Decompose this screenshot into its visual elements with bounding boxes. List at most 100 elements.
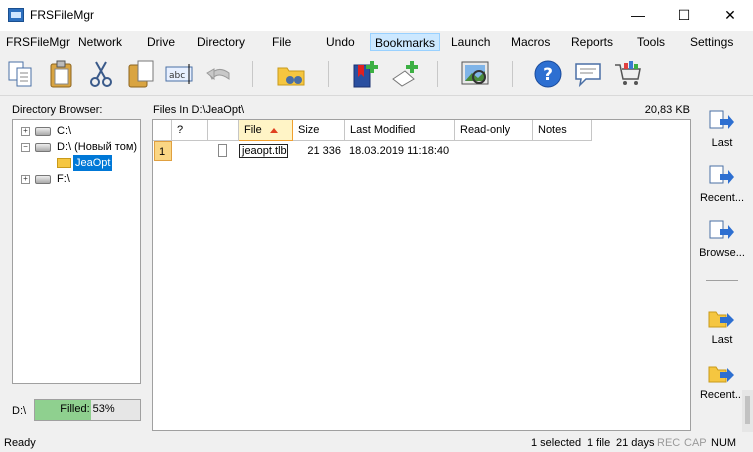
cut-icon[interactable] [86, 59, 116, 89]
column-header-flag[interactable]: ? [172, 120, 208, 141]
bookmark-item-icon[interactable] [390, 59, 420, 89]
menu-frsfilemgr[interactable]: FRSFileMgr [6, 33, 70, 51]
move-to-last-label: Last [711, 334, 733, 346]
file-name-cell[interactable]: jeaopt.tlb [239, 141, 293, 161]
shop-icon[interactable] [613, 59, 643, 89]
menu-directory[interactable]: Directory [197, 33, 245, 51]
status-selected-count: 1 selected [531, 437, 582, 449]
move-to-recent-button[interactable]: Recent... [696, 356, 748, 406]
status-rec: REC [657, 437, 681, 449]
copy-to-recent-icon [709, 165, 734, 184]
file-icon [218, 144, 227, 157]
menu-network[interactable]: Network [78, 33, 122, 51]
copy-to-last-button[interactable]: Last [696, 104, 748, 154]
copy-to-icon[interactable] [126, 59, 156, 89]
copy-to-browse-icon [709, 220, 734, 239]
copy-to-recent-label: Recent... [699, 192, 745, 204]
menu-bookmarks[interactable]: Bookmarks [370, 33, 441, 51]
column-header-notes[interactable]: Notes [533, 120, 592, 141]
toolbar-separator [328, 61, 329, 87]
directory-tree: + C:\ − D:\ (Новый том) JeaOpt + F:\ [12, 119, 141, 384]
expand-icon[interactable]: + [21, 175, 30, 184]
directory-browser-label: Directory Browser: [12, 104, 103, 116]
rename-icon[interactable]: abc [164, 59, 194, 89]
maximize-button[interactable]: ☐ [661, 0, 707, 31]
toolbar-separator [437, 61, 438, 87]
menu-launch[interactable]: Launch [451, 33, 490, 51]
svg-text:abc: abc [169, 71, 185, 81]
copy-to-browse-label: Browse... [699, 247, 745, 259]
status-file-count: 1 file [587, 437, 611, 449]
drive-icon [35, 143, 51, 152]
drive-label: D:\ [12, 405, 27, 417]
svg-text:?: ? [543, 65, 553, 85]
tree-node-label: C:\ [57, 125, 72, 137]
tree-node-jeaopt[interactable]: JeaOpt [13, 155, 139, 171]
drive-fill-bar: Filled: 53% [34, 399, 141, 421]
menu-tools[interactable]: Tools [637, 33, 665, 51]
add-bookmark-icon[interactable] [350, 59, 380, 89]
status-num: NUM [711, 437, 737, 449]
copy-to-recent-button[interactable]: Recent... [696, 159, 748, 209]
menu-undo[interactable]: Undo [326, 33, 355, 51]
move-to-recent-icon [708, 366, 734, 383]
window-title: FRSFileMgr [30, 8, 95, 22]
tree-node-label: JeaOpt [73, 155, 113, 171]
panel-scrollbar[interactable] [742, 390, 753, 432]
files-total-size: 20,83 KB [644, 104, 690, 116]
menu-bar: FRSFileMgr Network Drive Directory File … [0, 31, 753, 53]
paste-icon[interactable] [46, 59, 76, 89]
files-path-label: Files In D:\JeaOpt\ [153, 104, 245, 116]
drive-fill-text: Filled: 53% [60, 403, 115, 415]
copy-to-last-label: Last [711, 137, 733, 149]
collapse-icon[interactable]: − [21, 143, 30, 152]
folder-open-icon [57, 158, 71, 168]
menu-drive[interactable]: Drive [147, 33, 175, 51]
status-bar: Ready 1 selected 1 file 21 days REC CAP … [0, 434, 753, 452]
file-notes-cell [537, 141, 592, 161]
column-header-file[interactable]: File [239, 120, 293, 141]
column-header-last-modified[interactable]: Last Modified [345, 120, 455, 141]
minimize-button[interactable]: — [615, 0, 661, 31]
expand-icon[interactable]: + [21, 127, 30, 136]
toolbar: abc ? [0, 53, 753, 96]
column-header-icon[interactable] [208, 120, 239, 141]
column-header-read-only[interactable]: Read-only [455, 120, 533, 141]
row-number: 1 [154, 141, 172, 161]
column-header-file-label: File [244, 124, 262, 136]
help-icon[interactable]: ? [533, 59, 563, 89]
column-header-rownum[interactable] [153, 120, 172, 141]
status-days: 21 days [616, 437, 655, 449]
file-modified-cell: 18.03.2019 11:18:40 [349, 145, 450, 157]
file-readonly-cell [459, 141, 533, 161]
image-viewer-icon[interactable] [460, 59, 490, 89]
toolbar-separator [512, 61, 513, 87]
tree-node-f-drive[interactable]: + F:\ [13, 171, 139, 187]
drive-icon [35, 127, 51, 136]
network-drive-icon [35, 175, 51, 184]
undo-icon[interactable] [204, 59, 234, 89]
copy-to-browse-button[interactable]: Browse... [696, 214, 748, 264]
menu-macros[interactable]: Macros [511, 33, 550, 51]
app-icon [8, 8, 24, 22]
sort-ascending-icon [269, 127, 278, 133]
chat-icon[interactable] [573, 59, 603, 89]
toolbar-separator [252, 61, 253, 87]
tree-node-label: D:\ (Новый том) [57, 141, 138, 153]
file-size-cell: 21 336 [307, 145, 341, 157]
status-cap: CAP [684, 437, 707, 449]
menu-settings[interactable]: Settings [690, 33, 733, 51]
close-button[interactable]: ✕ [707, 0, 753, 31]
tree-node-label: F:\ [57, 173, 70, 185]
menu-reports[interactable]: Reports [571, 33, 613, 51]
status-ready: Ready [4, 437, 36, 449]
move-to-last-icon [708, 311, 734, 328]
tree-node-d-drive[interactable]: − D:\ (Новый том) [13, 139, 139, 155]
copy-icon[interactable] [6, 59, 36, 89]
menu-file[interactable]: File [272, 33, 291, 51]
column-header-size[interactable]: Size [293, 120, 345, 141]
find-icon[interactable] [276, 59, 306, 89]
tree-node-c-drive[interactable]: + C:\ [13, 123, 139, 139]
move-to-last-button[interactable]: Last [696, 301, 748, 351]
title-bar: FRSFileMgr — ☐ ✕ [0, 0, 753, 31]
